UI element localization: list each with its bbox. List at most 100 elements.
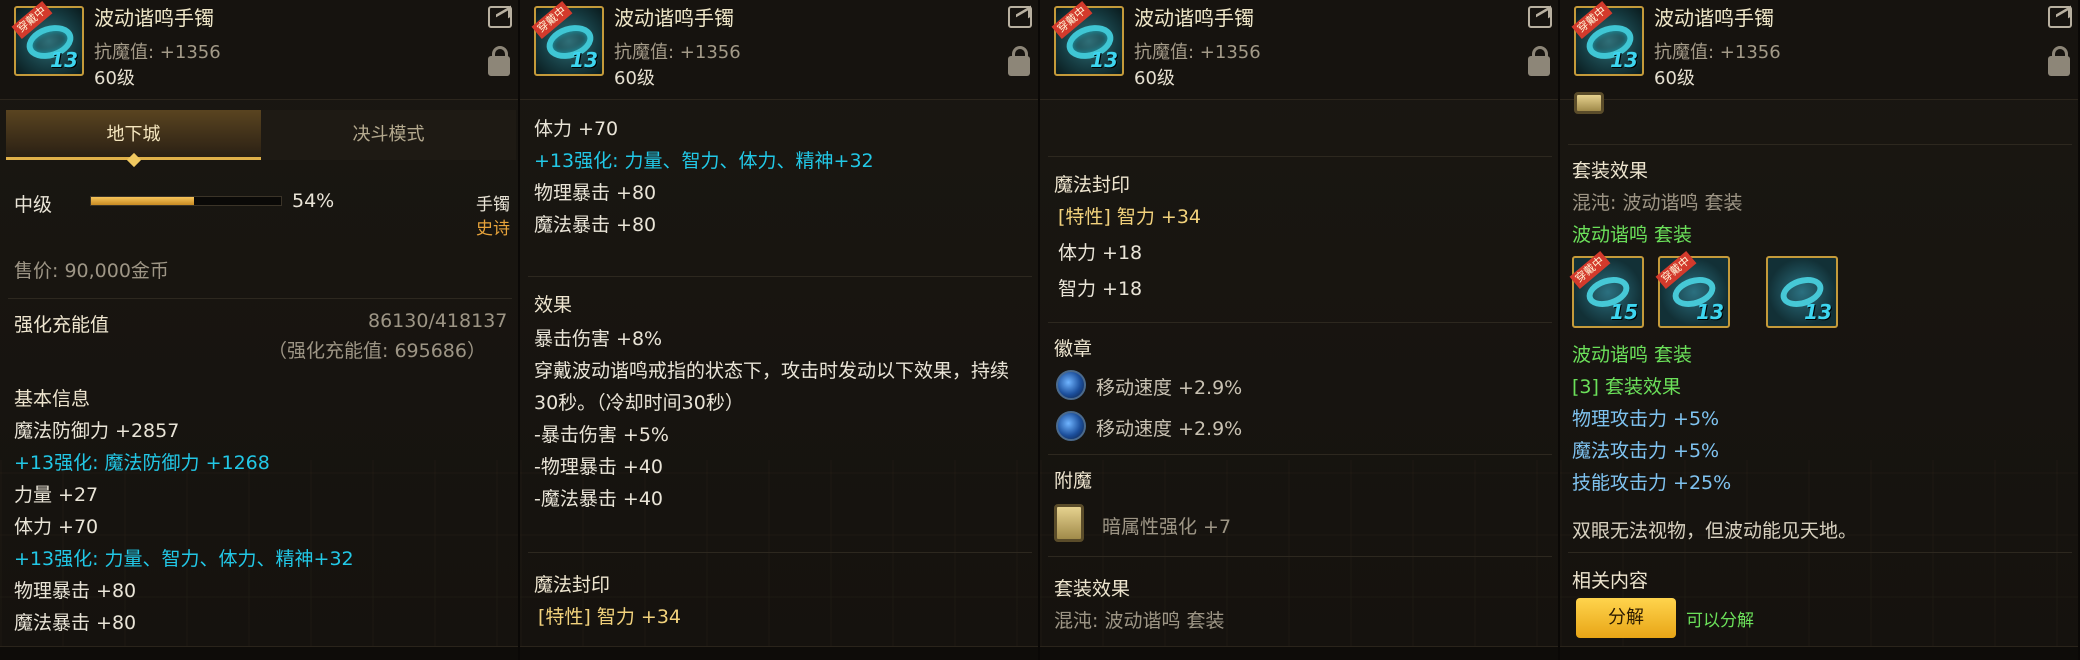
divider <box>1568 144 2072 145</box>
divider <box>528 552 1032 553</box>
reinforce-label: 强化充能值 <box>14 314 110 336</box>
related-label: 相关内容 <box>1572 570 1649 592</box>
set-item-icon[interactable]: 穿戴中 15 <box>1569 251 1644 328</box>
set-line: 混沌: 波动谐鸣 套装 <box>1054 610 1225 632</box>
item-tooltip-panel-1: 穿戴中 13 波动谐鸣手镯 抗魔值: +1356 60级 地下城 决斗模式 中级… <box>0 0 520 660</box>
divider <box>1048 322 1552 323</box>
item-tooltip-panel-3: 穿戴中 13 波动谐鸣手镯 抗魔值: +1356 60级 魔法封印 [特性] 智… <box>1040 0 1560 660</box>
grade-label: 中级 <box>14 194 53 216</box>
stat-line: 魔法暴击 +80 <box>14 612 137 634</box>
stat-line: 魔法暴击 +80 <box>534 214 657 236</box>
stat-line: 30秒。（冷却时间30秒） <box>534 392 744 414</box>
grade-progress-fill <box>91 197 194 205</box>
enhance-level: 13 <box>1090 48 1118 72</box>
item-level: 60级 <box>1654 68 1695 89</box>
divider <box>8 298 512 299</box>
emblem-orb-icon <box>1056 370 1086 400</box>
stat-line: 暴击伤害 +8% <box>534 328 663 350</box>
stat-line: 魔法防御力 +2857 <box>14 420 180 442</box>
share-icon[interactable] <box>2048 6 2072 28</box>
disassemble-button[interactable]: 分解 <box>1576 598 1676 638</box>
stat-line: 物理暴击 +80 <box>534 182 657 204</box>
footer-strip <box>1560 646 2078 660</box>
tab-dungeon[interactable]: 地下城 <box>6 110 261 160</box>
footer-strip <box>0 646 518 660</box>
stat-line: +13强化: 魔法防御力 +1268 <box>14 452 270 474</box>
stat-line: 力量 +27 <box>14 484 99 506</box>
enhance-level: 13 <box>1804 300 1832 324</box>
divider <box>1048 156 1552 157</box>
set-bonus-line: 技能攻击力 +25% <box>1572 472 1732 494</box>
enhance-level: 13 <box>1610 48 1638 72</box>
emblem-label: 徽章 <box>1054 338 1093 360</box>
tooltip-body: 地下城 决斗模式 中级 54% 手镯 史诗 售价: 90,000金币 强化充能值… <box>0 100 518 660</box>
item-resist: 抗魔值: +1356 <box>94 42 221 63</box>
enhance-level: 13 <box>570 48 598 72</box>
divider <box>528 276 1032 277</box>
share-icon[interactable] <box>1528 6 1552 28</box>
item-name: 波动谐鸣手镯 <box>1654 6 1774 30</box>
set-label: 套装效果 <box>1054 578 1131 600</box>
slot-type: 手镯 <box>476 195 510 215</box>
lock-icon[interactable] <box>1528 46 1550 76</box>
set-label: 套装效果 <box>1572 160 1649 182</box>
emblem-line: 移动速度 +2.9% <box>1096 418 1243 440</box>
item-header: 穿戴中 13 波动谐鸣手镯 抗魔值: +1356 60级 <box>520 0 1038 100</box>
item-tooltip-panel-4: 穿戴中 13 波动谐鸣手镯 抗魔值: +1356 60级 套装效果 混沌: 波动… <box>1560 0 2080 660</box>
disassemble-note: 可以分解 <box>1686 611 1754 631</box>
item-name: 波动谐鸣手镯 <box>94 6 214 30</box>
enchant-card-icon <box>1574 92 1604 114</box>
lock-icon[interactable] <box>2048 46 2070 76</box>
grade-progress-bar <box>90 196 282 206</box>
reinforce-sub: （强化充能值: 695686） <box>268 340 486 362</box>
bracelet-icon: 穿戴中 13 <box>11 1 84 76</box>
stat-line: [特性] 智力 +34 <box>1058 206 1202 228</box>
lock-icon[interactable] <box>1008 46 1030 76</box>
enchant-line: 暗属性强化 +7 <box>1102 516 1232 538</box>
enhance-level: 13 <box>50 48 78 72</box>
stat-line: -物理暴击 +40 <box>534 456 663 478</box>
mode-tabs: 地下城 决斗模式 <box>6 110 516 160</box>
set-item-icon[interactable]: 穿戴中 13 <box>1655 251 1730 328</box>
stat-line: 智力 +18 <box>1058 278 1143 300</box>
item-tooltip-panel-2: 穿戴中 13 波动谐鸣手镯 抗魔值: +1356 60级 体力 +70 +13强化… <box>520 0 1040 660</box>
set-bonus-header: [3] 套装效果 <box>1572 376 1681 398</box>
emblem-line: 移动速度 +2.9% <box>1096 377 1243 399</box>
item-level: 60级 <box>614 68 655 89</box>
stat-line: +13强化: 力量、智力、体力、精神+32 <box>534 150 874 172</box>
tooltip-body: 套装效果 混沌: 波动谐鸣 套装 波动谐鸣 套装 穿戴中 15 穿戴中 13 1… <box>1560 92 2078 660</box>
set-name-line: 波动谐鸣 套装 <box>1572 344 1693 366</box>
item-name: 波动谐鸣手镯 <box>614 6 734 30</box>
sell-price: 售价: 90,000金币 <box>14 260 169 282</box>
set-bonus-line: 物理攻击力 +5% <box>1572 408 1720 430</box>
lock-icon[interactable] <box>488 46 510 76</box>
stat-line: 体力 +18 <box>1058 242 1143 264</box>
share-icon[interactable] <box>488 6 512 28</box>
share-icon[interactable] <box>1008 6 1032 28</box>
basic-info-label: 基本信息 <box>14 388 91 410</box>
seal-label: 魔法封印 <box>1054 174 1131 196</box>
set-item-icon[interactable]: 13 <box>1766 256 1838 328</box>
item-level: 60级 <box>94 68 135 89</box>
item-header: 穿戴中 13 波动谐鸣手镯 抗魔值: +1356 60级 <box>0 0 518 100</box>
effect-label: 效果 <box>534 294 573 316</box>
flavor-text: 双眼无法视物，但波动能见天地。 <box>1572 520 1858 542</box>
tab-duel[interactable]: 决斗模式 <box>261 110 516 160</box>
enhance-level: 13 <box>1696 300 1724 324</box>
seal-label: 魔法封印 <box>534 574 611 596</box>
reinforce-value: 86130/418137 <box>368 310 508 332</box>
enchant-card-icon <box>1054 504 1084 542</box>
emblem-orb-icon <box>1056 411 1086 441</box>
chaos-set-line: 混沌: 波动谐鸣 套装 <box>1572 192 1743 214</box>
stat-line: +13强化: 力量、智力、体力、精神+32 <box>14 548 354 570</box>
item-resist: 抗魔值: +1356 <box>614 42 741 63</box>
set-bonus-line: 魔法攻击力 +5% <box>1572 440 1720 462</box>
tooltip-body: 体力 +70 +13强化: 力量、智力、体力、精神+32 物理暴击 +80 魔法暴击 … <box>520 100 1038 660</box>
grade-percent: 54% <box>292 190 335 212</box>
stat-line: 穿戴波动谐鸣戒指的状态下，攻击时发动以下效果，持续 <box>534 360 1010 382</box>
divider <box>1048 454 1552 455</box>
bracelet-icon: 穿戴中 13 <box>1051 1 1124 76</box>
divider <box>1568 552 2072 553</box>
item-header: 穿戴中 13 波动谐鸣手镯 抗魔值: +1356 60级 <box>1040 0 1558 100</box>
enchant-label: 附魔 <box>1054 470 1093 492</box>
